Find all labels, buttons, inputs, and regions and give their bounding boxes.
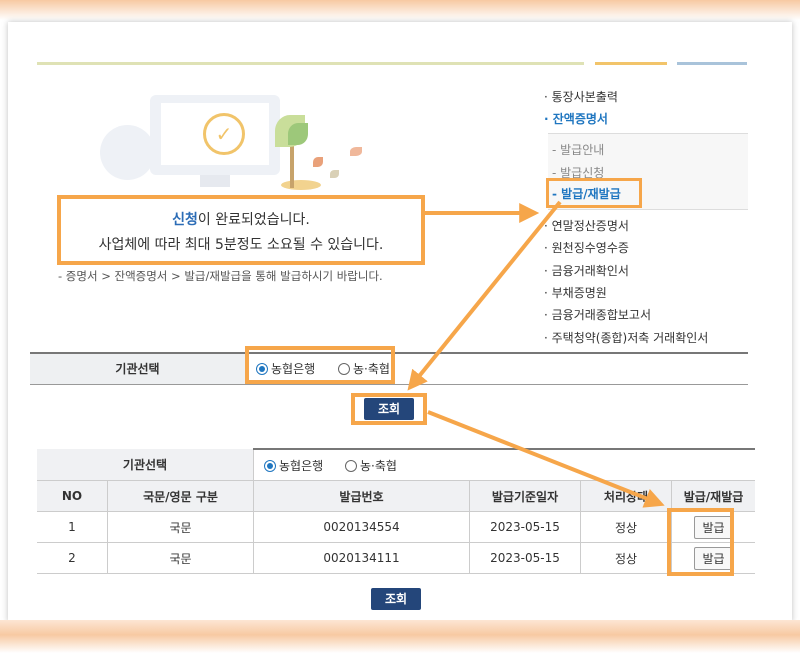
bottom-search-button[interactable]: 조회 xyxy=(371,588,421,610)
menu-item-year-end[interactable]: · 연말정산증명서 xyxy=(544,217,629,234)
tree-icon xyxy=(290,143,294,188)
col-header-issue-reissue: 발급/재발급 xyxy=(671,480,755,512)
table-select-options: 농협은행 농·축협 xyxy=(253,448,755,481)
radio-icon[interactable] xyxy=(345,459,357,472)
completion-illustration: ✓ xyxy=(95,85,385,200)
menu-item-passbook-copy[interactable]: · 통장사본출력 xyxy=(544,88,618,105)
completion-message-line2: 사업체에 따라 최대 5분정도 소요될 수 있습니다. xyxy=(98,237,384,253)
leaf-icon xyxy=(313,157,323,167)
leaf-icon xyxy=(350,147,362,156)
institution-select-label: 기관선택 xyxy=(30,354,245,384)
cell-status: 정상 xyxy=(580,542,672,574)
cell-status: 정상 xyxy=(580,511,672,543)
message-text: 이 완료되었습니다. xyxy=(197,212,310,228)
col-header-issue-number: 발급번호 xyxy=(253,480,470,512)
cell-language: 국문 xyxy=(107,542,254,574)
table-select-label: 기관선택 xyxy=(37,449,254,481)
check-icon: ✓ xyxy=(203,113,245,155)
bottom-glow xyxy=(0,620,800,653)
table-header-row: NO 국문/영문 구분 발급번호 발급기준일자 처리상태 발급/재발급 xyxy=(37,480,755,512)
decor-circle xyxy=(100,125,155,180)
monitor-stand xyxy=(200,175,230,187)
radio-selected-icon[interactable] xyxy=(264,459,276,472)
submenu-item-guide[interactable]: - 발급안내 xyxy=(552,141,604,158)
table-radio-nh-cooperative[interactable]: 농·축협 xyxy=(345,459,397,473)
tree-ground xyxy=(281,180,321,190)
message-highlight: 신청 xyxy=(172,212,198,228)
col-header-language: 국문/영문 구분 xyxy=(107,480,254,512)
completion-message-line1: 신청이 완료되었습니다. xyxy=(61,209,421,229)
col-header-status: 처리상태 xyxy=(580,480,672,512)
top-glow xyxy=(0,0,800,20)
radio-label: 농·축협 xyxy=(360,458,397,473)
leaf-icon xyxy=(288,123,308,145)
cell-no: 1 xyxy=(37,511,108,543)
issue-buttons-highlight xyxy=(667,508,734,576)
cell-language: 국문 xyxy=(107,511,254,543)
table-row: 2 국문 0020134111 2023-05-15 정상 발급 xyxy=(37,542,755,574)
cell-no: 2 xyxy=(37,542,108,574)
cell-issue-date: 2023-05-15 xyxy=(469,542,581,574)
menu-item-withholding-receipt[interactable]: · 원천징수영수증 xyxy=(544,239,629,256)
menu-item-debt-certificate[interactable]: · 부채증명원 xyxy=(544,284,607,301)
table-row: 1 국문 0020134554 2023-05-15 정상 발급 xyxy=(37,511,755,543)
issue-reissue-highlight xyxy=(546,178,642,208)
cell-issue-number: 0020134111 xyxy=(253,542,470,574)
menu-item-balance-certificate[interactable]: · 잔액증명서 xyxy=(544,110,608,127)
col-header-no: NO xyxy=(37,480,108,512)
col-header-issue-date: 발급기준일자 xyxy=(469,480,581,512)
completion-message-box: 신청이 완료되었습니다. 사업체에 따라 최대 5분정도 소요될 수 있습니다. xyxy=(57,195,425,265)
menu-item-housing-savings[interactable]: · 주택청약(종합)저축 거래확인서 xyxy=(544,329,708,346)
cell-issue-date: 2023-05-15 xyxy=(469,511,581,543)
cell-issue-number: 0020134554 xyxy=(253,511,470,543)
table-radio-nh-bank[interactable]: 농협은행 xyxy=(264,459,323,473)
header-line-accent-2 xyxy=(677,62,747,65)
radio-label: 농협은행 xyxy=(279,458,324,473)
radio-highlight xyxy=(245,346,395,384)
leaf-icon xyxy=(330,170,339,178)
header-line xyxy=(37,62,584,65)
search-button-highlight xyxy=(351,393,427,425)
menu-item-financial-confirmation[interactable]: · 금융거래확인서 xyxy=(544,262,629,279)
menu-item-financial-report[interactable]: · 금융거래종합보고서 xyxy=(544,306,651,323)
header-line-accent xyxy=(595,62,667,65)
guide-text: - 증명서 > 잔액증명서 > 발급/재발급을 통해 발급하시기 바랍니다. xyxy=(58,269,383,283)
results-table: 기관선택 농협은행 농·축협 NO 국문/영문 구분 발급번호 발급기준일자 처… xyxy=(37,448,755,574)
